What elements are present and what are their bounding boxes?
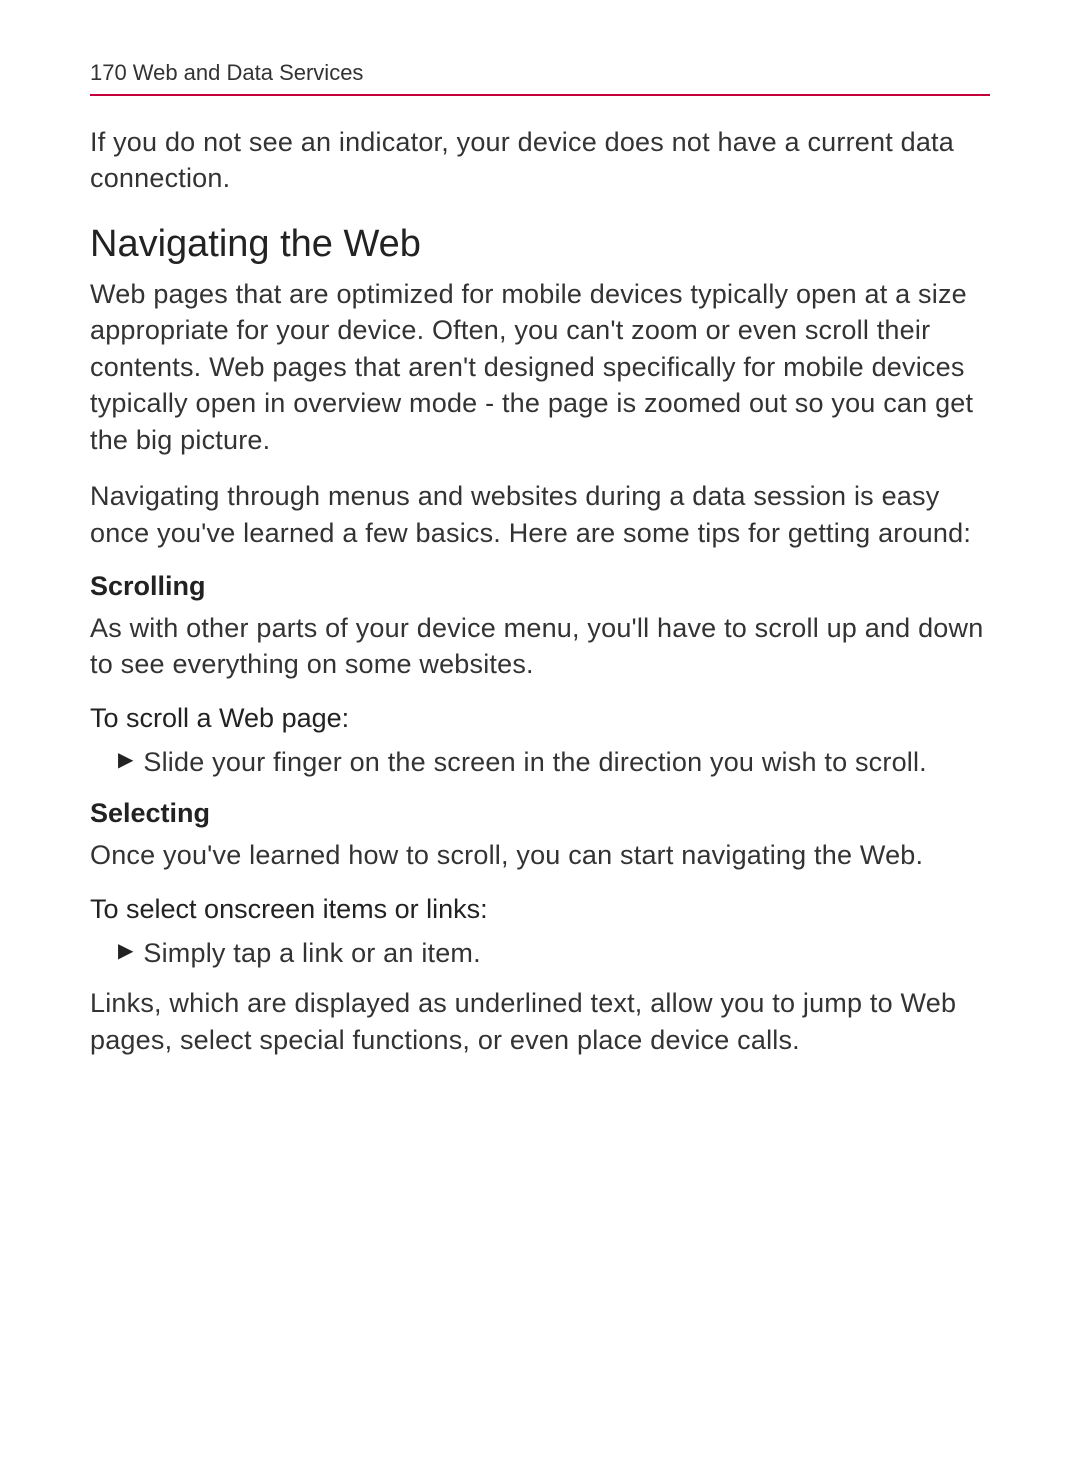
selecting-bullet-text: Simply tap a link or an item. (143, 935, 480, 971)
main-heading: Navigating the Web (90, 223, 990, 266)
scrolling-bullet-row: ▶ Slide your finger on the screen in the… (90, 744, 990, 780)
document-page: 170 Web and Data Services If you do not … (0, 0, 1080, 1138)
scrolling-instr-heading: To scroll a Web page: (90, 703, 990, 734)
section-title: Web and Data Services (133, 60, 364, 86)
triangle-right-icon: ▶ (118, 935, 133, 967)
scrolling-paragraph: As with other parts of your device menu,… (90, 610, 990, 683)
selecting-after-paragraph: Links, which are displayed as underlined… (90, 985, 990, 1058)
scrolling-subheading: Scrolling (90, 571, 990, 602)
page-header: 170 Web and Data Services (90, 60, 990, 96)
selecting-instr-heading: To select onscreen items or links: (90, 894, 990, 925)
triangle-right-icon: ▶ (118, 744, 133, 776)
selecting-subheading: Selecting (90, 798, 990, 829)
page-number: 170 (90, 60, 127, 86)
scrolling-bullet-text: Slide your finger on the screen in the d… (143, 744, 927, 780)
body-paragraph-1: Web pages that are optimized for mobile … (90, 276, 990, 458)
body-paragraph-2: Navigating through menus and websites du… (90, 478, 990, 551)
selecting-bullet-row: ▶ Simply tap a link or an item. (90, 935, 990, 971)
selecting-paragraph: Once you've learned how to scroll, you c… (90, 837, 990, 873)
intro-paragraph: If you do not see an indicator, your dev… (90, 124, 990, 197)
